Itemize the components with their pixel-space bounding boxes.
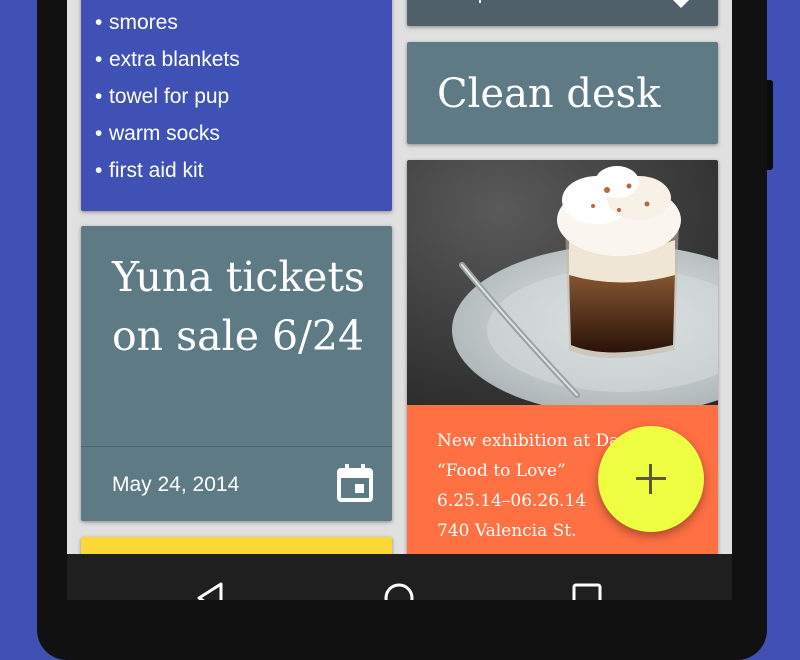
home-icon[interactable] xyxy=(369,554,429,600)
exhibition-details: New exhibition at Da “Food to Love” 6.25… xyxy=(437,426,619,546)
list-item: • towel for pup xyxy=(95,85,230,108)
calendar-icon[interactable] xyxy=(337,464,373,502)
add-note-button[interactable] xyxy=(598,426,704,532)
exhibition-line: 6.25.14–06.26.14 xyxy=(437,491,587,511)
list-item: • warm socks xyxy=(95,122,220,145)
exhibition-line: New exhibition at Da xyxy=(437,431,620,451)
checklist: • smores • extra blankets • towel for pup •… xyxy=(95,4,240,189)
list-item: • extra blankets xyxy=(95,48,240,71)
list-item: • first aid kit xyxy=(95,159,204,182)
back-icon[interactable] xyxy=(179,554,239,600)
note-card-clean-desk[interactable]: Clean desk xyxy=(407,42,718,144)
note-card-checklist[interactable]: • smores • extra blankets • towel for pup •… xyxy=(81,0,392,211)
recent-apps-icon[interactable] xyxy=(557,554,617,600)
navigation-bar xyxy=(67,554,732,600)
note-title: Clean desk xyxy=(437,71,661,117)
reminder-date: May 24, 2014 xyxy=(112,473,240,496)
note-card-partial[interactable] xyxy=(407,0,718,26)
list-item: • smores xyxy=(95,11,178,34)
dropdown-icon xyxy=(672,0,690,8)
exhibition-line: “Food to Love” xyxy=(437,461,566,481)
note-card-yuna-tickets[interactable]: Yuna tickets on sale 6/24 May 24, 2014 xyxy=(81,226,392,521)
dessert-glass-photo xyxy=(407,160,718,405)
plus-icon xyxy=(636,464,666,494)
exhibition-line: 740 Valencia St. xyxy=(437,521,577,541)
partial-text-glyph xyxy=(479,0,507,6)
note-title: Yuna tickets on sale 6/24 xyxy=(112,253,365,360)
divider xyxy=(81,446,392,447)
